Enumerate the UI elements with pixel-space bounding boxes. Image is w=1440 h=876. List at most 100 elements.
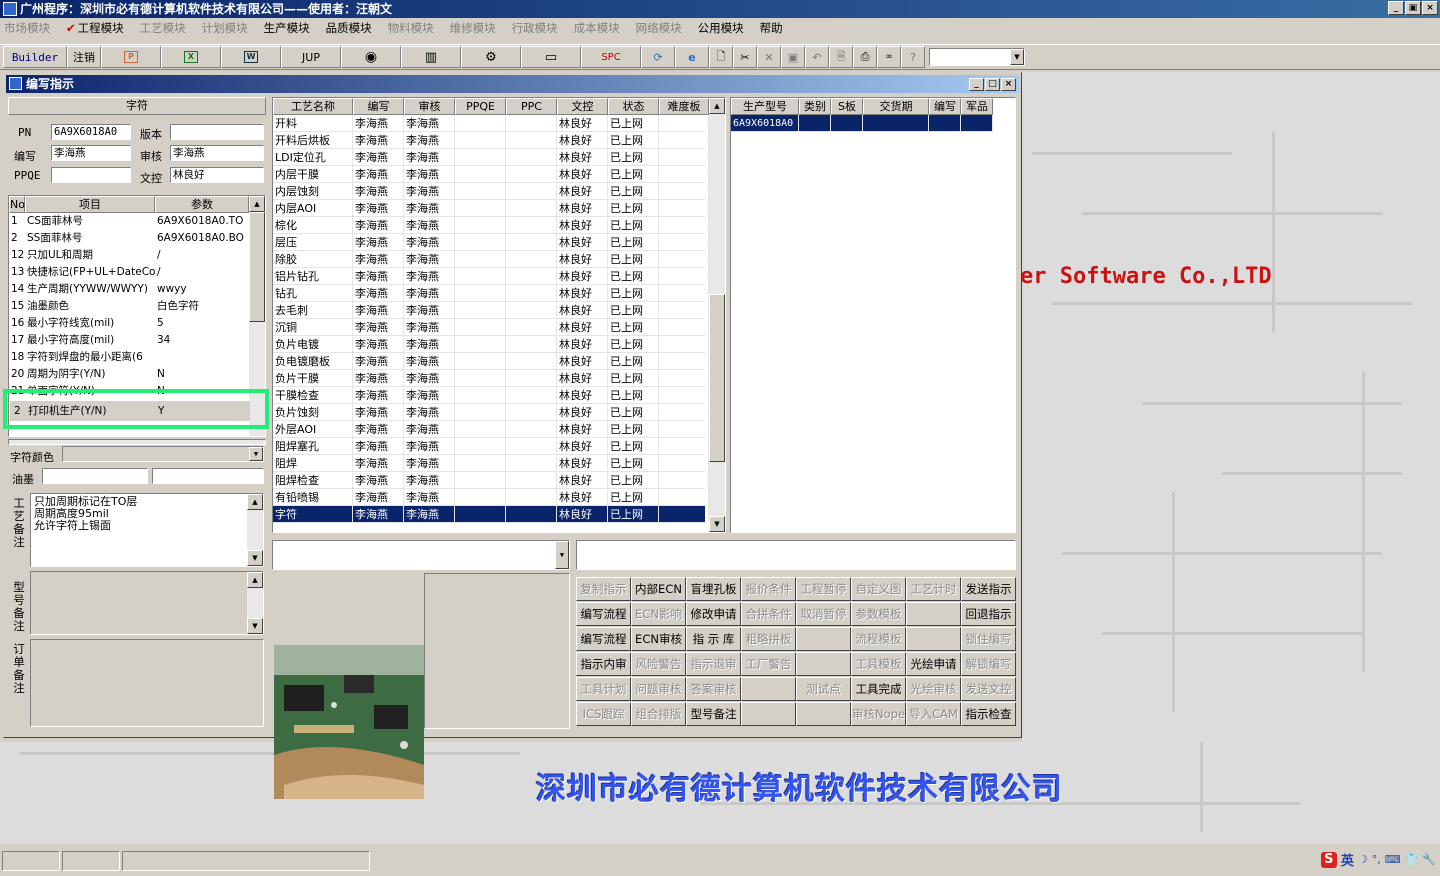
menu-item-9[interactable]: 成本模块: [574, 20, 620, 36]
save-button[interactable]: ▣: [781, 46, 805, 68]
process-header[interactable]: 审核: [404, 98, 455, 115]
action-button[interactable]: [741, 702, 796, 726]
param-row[interactable]: 18 字符到焊盘的最小距离(6: [9, 349, 249, 366]
ink-field-1[interactable]: [42, 468, 148, 484]
action-button[interactable]: 发送指示: [961, 577, 1016, 601]
cut-button[interactable]: ✂: [733, 46, 757, 68]
process-header[interactable]: 工艺名称: [273, 98, 353, 115]
process-row[interactable]: 有铅喷锡 李海燕 李海燕 林良好 已上网: [273, 489, 709, 506]
scroll-down-icon[interactable]: ▼: [709, 516, 725, 532]
param-row[interactable]: 13 快捷标记(FP+UL+DateCo /: [9, 264, 249, 281]
menu-item-4[interactable]: 生产模块: [264, 20, 310, 36]
action-button[interactable]: 问题审核: [631, 677, 686, 701]
spc-button[interactable]: SPC: [581, 46, 641, 68]
process-row[interactable]: LDI定位孔 李海燕 李海燕 林良好 已上网: [273, 149, 709, 166]
menu-item-8[interactable]: 行政模块: [512, 20, 558, 36]
process-header[interactable]: PPC: [506, 98, 557, 115]
action-button[interactable]: [796, 652, 851, 676]
help-button[interactable]: ?: [901, 46, 925, 68]
process-header[interactable]: 文控: [557, 98, 608, 115]
scroll-down-icon[interactable]: ▼: [247, 618, 263, 634]
process-note-box[interactable]: 只加周期标记在TO层 周期高度95mil 允许字符上锡面 ▲ ▼: [30, 493, 264, 567]
action-button[interactable]: 自定义图: [851, 577, 906, 601]
scroll-up-icon[interactable]: ▲: [709, 98, 725, 114]
model-header[interactable]: 类别: [799, 98, 831, 115]
action-button[interactable]: 流程模板: [851, 627, 906, 651]
action-button[interactable]: 解锁编写: [961, 652, 1016, 676]
action-button[interactable]: [741, 677, 796, 701]
process-row[interactable]: 字符 李海燕 李海燕 林良好 已上网: [273, 506, 709, 523]
param-row[interactable]: 12 只加UL和周期 /: [9, 247, 249, 264]
order-note-box[interactable]: [30, 639, 264, 727]
menu-item-1[interactable]: ✔ 工程模块: [66, 20, 124, 36]
process-header[interactable]: 编写: [353, 98, 404, 115]
action-button[interactable]: ICS跟踪: [576, 702, 631, 726]
doc-control-field[interactable]: 林良好: [170, 167, 264, 183]
action-button[interactable]: 指示退审: [686, 652, 741, 676]
action-button[interactable]: 光绘申请: [906, 652, 961, 676]
new-button[interactable]: 🗋: [709, 46, 733, 68]
process-row[interactable]: 沉铜 李海燕 李海燕 林良好 已上网: [273, 319, 709, 336]
action-button[interactable]: 测试点: [796, 677, 851, 701]
process-scrollbar[interactable]: ▲ ▼: [709, 98, 725, 532]
model-header[interactable]: 交货期: [863, 98, 929, 115]
process-row[interactable]: 去毛刺 李海燕 李海燕 林良好 已上网: [273, 302, 709, 319]
process-header[interactable]: PPQE: [455, 98, 506, 115]
action-button[interactable]: 组合排版: [631, 702, 686, 726]
action-button[interactable]: 工具计划: [576, 677, 631, 701]
action-button[interactable]: 审核Nope: [851, 702, 906, 726]
menu-item-6[interactable]: 物料模块: [388, 20, 434, 36]
process-row[interactable]: 内层AOI 李海燕 李海燕 林良好 已上网: [273, 200, 709, 217]
param-row[interactable]: 2 SS面菲林号 6A9X6018A0.BO: [9, 230, 249, 247]
author-field[interactable]: 李海燕: [51, 145, 131, 161]
close-button[interactable]: ×: [1422, 1, 1438, 15]
remark-input[interactable]: [576, 540, 1016, 570]
process-row[interactable]: 负电镀磨板 李海燕 李海燕 林良好 已上网: [273, 353, 709, 370]
process-row[interactable]: 干膜检查 李海燕 李海燕 林良好 已上网: [273, 387, 709, 404]
window-title-bar[interactable]: 广州程序：深圳市必有德计算机软件技术有限公司——使用者：汪朝文 _ ▣ ×: [0, 0, 1440, 18]
action-button[interactable]: 光绘审核: [906, 677, 961, 701]
wrench-icon[interactable]: 🔧: [1422, 853, 1436, 866]
chevron-down-icon[interactable]: ▼: [1010, 49, 1024, 65]
model-header[interactable]: S板: [831, 98, 863, 115]
restore-button[interactable]: ▣: [1405, 1, 1421, 15]
param-hscrollbar[interactable]: [8, 439, 266, 445]
process-row[interactable]: 负片干膜 李海燕 李海燕 林良好 已上网: [273, 370, 709, 387]
action-button[interactable]: 盲埋孔板: [686, 577, 741, 601]
menu-item-10[interactable]: 网络模块: [636, 20, 682, 36]
process-row[interactable]: 阻焊塞孔 李海燕 李海燕 林良好 已上网: [273, 438, 709, 455]
menu-item-12[interactable]: 帮助: [760, 20, 783, 36]
minimize-button[interactable]: _: [1388, 1, 1404, 15]
action-button[interactable]: 修改申请: [686, 602, 741, 626]
process-row[interactable]: 阻焊检查 李海燕 李海燕 林良好 已上网: [273, 472, 709, 489]
word-button[interactable]: W: [221, 46, 281, 68]
undo-button[interactable]: ↶: [805, 46, 829, 68]
skin-icon[interactable]: 👕: [1405, 853, 1419, 866]
logout-button[interactable]: 注销: [67, 46, 101, 68]
action-button[interactable]: 工程暂停: [796, 577, 851, 601]
process-row[interactable]: 开料 李海燕 李海燕 林良好 已上网: [273, 115, 709, 132]
process-row[interactable]: 内层干膜 李海燕 李海燕 林良好 已上网: [273, 166, 709, 183]
action-button[interactable]: 合拼条件: [741, 602, 796, 626]
param-row[interactable]: 16 最小字符线宽(mil) 5: [9, 315, 249, 332]
child-maximize-button[interactable]: □: [985, 78, 1000, 91]
model-header[interactable]: 生产型号: [731, 98, 799, 115]
scroll-up-icon[interactable]: ▲: [247, 494, 263, 510]
process-row[interactable]: 层压 李海燕 李海燕 林良好 已上网: [273, 234, 709, 251]
process-row[interactable]: 铝片钻孔 李海燕 李海燕 林良好 已上网: [273, 268, 709, 285]
process-row[interactable]: 内层蚀刻 李海燕 李海燕 林良好 已上网: [273, 183, 709, 200]
menu-item-2[interactable]: 工艺模块: [140, 20, 186, 36]
moon-icon[interactable]: ☽: [1358, 853, 1368, 866]
child-title-bar[interactable]: 编写指示 _ □ ×: [6, 75, 1019, 93]
model-note-box[interactable]: ▲ ▼: [30, 571, 264, 635]
menu-item-11[interactable]: 公用模块: [698, 20, 744, 36]
process-row[interactable]: 棕化 李海燕 李海燕 林良好 已上网: [273, 217, 709, 234]
action-button[interactable]: 参数模板: [851, 602, 906, 626]
delete-button[interactable]: ✕: [757, 46, 781, 68]
scroll-up-icon[interactable]: ▲: [249, 196, 265, 212]
process-row[interactable]: 开料后烘板 李海燕 李海燕 林良好 已上网: [273, 132, 709, 149]
param-row[interactable]: 15 油墨颜色 白色字符: [9, 298, 249, 315]
ime-icon[interactable]: S: [1320, 851, 1337, 868]
process-input[interactable]: ▼: [272, 540, 570, 570]
process-note-scrollbar[interactable]: ▲ ▼: [247, 494, 263, 566]
